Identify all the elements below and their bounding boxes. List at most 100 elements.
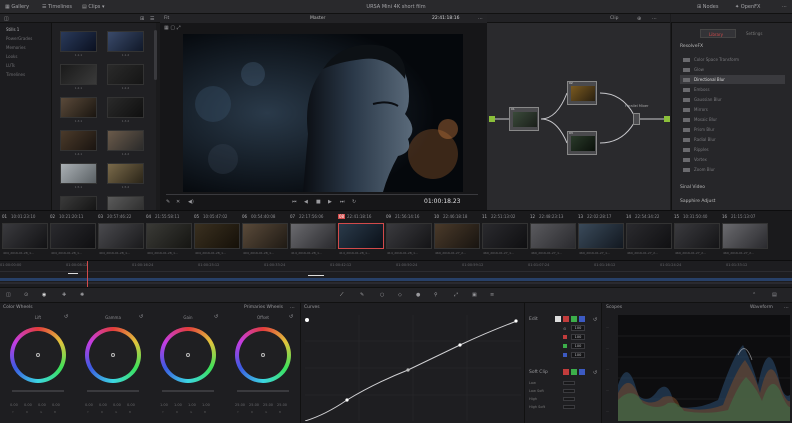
reset-icon[interactable]: ↺ (593, 317, 597, 323)
soft-clip-reset-icon[interactable]: ↺ (593, 370, 597, 376)
node-options-icon[interactable]: ⋯ (652, 16, 657, 22)
scopes-toggle-icon[interactable]: ▤ (772, 292, 777, 298)
clip-thumbnail[interactable] (434, 223, 480, 249)
stop-icon[interactable]: ■ (316, 199, 321, 205)
clip-thumbnail[interactable] (578, 223, 624, 249)
fx-item[interactable]: Zoom Blur (680, 165, 785, 174)
gallery-scrollbar[interactable] (154, 30, 157, 80)
edit-value-b[interactable]: 100 (571, 352, 585, 358)
clip-thumbnail[interactable] (530, 223, 576, 249)
wheel-handle[interactable] (36, 353, 40, 357)
gallery-still[interactable] (60, 97, 97, 118)
clip-thumbnail[interactable] (482, 223, 528, 249)
qualifier-icon[interactable]: ✎ (360, 292, 364, 298)
wheel-handle[interactable] (111, 353, 115, 357)
album-item[interactable]: Looks (6, 54, 17, 59)
sidebar-toggle-icon[interactable]: ◫ (4, 16, 9, 22)
fx-item[interactable]: Prism Blur (680, 125, 785, 134)
clip-thumbnail[interactable] (242, 223, 288, 249)
album-item[interactable]: Memories (6, 45, 26, 50)
album-item[interactable]: LUTs (6, 63, 15, 68)
curve-point[interactable] (305, 318, 309, 322)
edit-value-y[interactable]: 100 (571, 325, 585, 331)
wheel-value[interactable]: 0.00 (52, 403, 60, 407)
gallery-still[interactable] (107, 130, 144, 151)
soft-clip-low-field[interactable] (563, 381, 575, 385)
gallery-still[interactable] (107, 97, 144, 118)
clip-thumbnail[interactable] (290, 223, 336, 249)
album-item[interactable]: Stills 1 (6, 27, 19, 32)
category-sinal-video[interactable]: Sinal Video (680, 185, 705, 190)
openfx-tab[interactable]: ✦ OpenFX (735, 4, 760, 10)
skip-back-icon[interactable]: ⏮ (292, 199, 297, 205)
edit-value-g[interactable]: 100 (571, 343, 585, 349)
node-02[interactable]: 02 (567, 81, 597, 105)
clip-thumbnail[interactable] (194, 223, 240, 249)
volume-icon[interactable]: ◀) (188, 199, 194, 205)
curve-point[interactable] (458, 343, 462, 347)
fx-item[interactable]: Glow (680, 65, 785, 74)
rgb-mixer-icon[interactable]: ✚ (62, 292, 66, 298)
master-wheel-slider[interactable] (87, 390, 139, 392)
fx-item[interactable]: Vortex (680, 155, 785, 164)
clip-thumbnail[interactable] (722, 223, 768, 249)
master-wheel-slider[interactable] (12, 390, 64, 392)
fx-item[interactable]: Gaussian Blur (680, 95, 785, 104)
play-icon[interactable]: ▶ (328, 199, 332, 205)
wheel-value[interactable]: 0.00 (24, 403, 32, 407)
wheel-value[interactable]: 0.00 (127, 403, 135, 407)
wheel-reset-icon[interactable]: ↺ (289, 314, 293, 320)
3d-icon[interactable]: ▣ (472, 292, 477, 298)
wheel-value[interactable]: 1.00 (160, 403, 168, 407)
nodes-tab[interactable]: ⊞ Nodes (697, 4, 718, 10)
clip-thumbnail[interactable] (386, 223, 432, 249)
color-wheel[interactable] (85, 327, 141, 383)
album-item[interactable]: PowerGrades (6, 36, 32, 41)
curve-point[interactable] (345, 398, 349, 402)
clip-thumbnail[interactable] (2, 223, 48, 249)
wheel-reset-icon[interactable]: ↺ (214, 314, 218, 320)
wheel-value[interactable]: 25.00 (249, 403, 259, 407)
node-tool-icon[interactable]: ⊕ (637, 16, 641, 22)
key-icon[interactable]: ⚲ (434, 292, 438, 298)
node-input[interactable] (489, 116, 495, 122)
wheel-handle[interactable] (261, 353, 265, 357)
wheel-value[interactable]: 1.00 (188, 403, 196, 407)
keyframes-icon[interactable]: ⌃ (752, 292, 756, 298)
primaries-wheels-select[interactable]: Primaries Wheels (244, 305, 283, 310)
tracker-icon[interactable]: ◇ (398, 292, 402, 298)
wheel-value[interactable]: 25.00 (277, 403, 287, 407)
color-wheel[interactable] (235, 327, 291, 383)
master-wheel-slider[interactable] (237, 390, 289, 392)
red-channel-toggle[interactable] (563, 316, 569, 322)
panel-options-icon[interactable]: ⋯ (290, 305, 295, 311)
list-view-icon[interactable]: ☰ (150, 16, 154, 22)
color-wheel[interactable] (160, 327, 216, 383)
album-item[interactable]: Timelines (6, 72, 25, 77)
soft-clip-green[interactable] (571, 369, 577, 375)
node-01[interactable]: 01 (509, 107, 539, 131)
node-editor[interactable]: 01 02 03 Parallel Mixer (487, 23, 670, 210)
clip-thumbnail[interactable] (50, 223, 96, 249)
sizing-icon[interactable]: ⤢ (454, 292, 458, 298)
fx-item[interactable]: Radial Blur (680, 135, 785, 144)
window-icon[interactable]: ○ (380, 292, 384, 298)
clip-thumbnail[interactable] (338, 223, 384, 249)
gallery-still[interactable] (107, 64, 144, 85)
link-channel-toggle[interactable] (555, 316, 561, 322)
soft-clip-high-soft-field[interactable] (563, 405, 575, 409)
blur-icon[interactable]: ● (416, 292, 420, 298)
gallery-still[interactable] (60, 163, 97, 184)
menu-icon[interactable]: ⋯ (782, 4, 787, 10)
viewer-frame[interactable] (183, 34, 463, 192)
skip-forward-icon[interactable]: ⏭ (340, 199, 345, 205)
wheel-reset-icon[interactable]: ↺ (64, 314, 68, 320)
curves-icon[interactable]: ⟋ (340, 292, 344, 298)
wheel-value[interactable]: 0.00 (38, 403, 46, 407)
gallery-still[interactable] (60, 130, 97, 151)
mini-timeline[interactable]: 01:00:00:00 01:00:08:12 01:00:16:24 01:00:2… (0, 260, 792, 288)
grid-view-icon[interactable]: ⊞ (140, 16, 144, 22)
soft-clip-high-field[interactable] (563, 397, 575, 401)
fx-item[interactable]: Mosaic Blur (680, 115, 785, 124)
viewer-options-icon[interactable]: ⋯ (478, 16, 483, 22)
